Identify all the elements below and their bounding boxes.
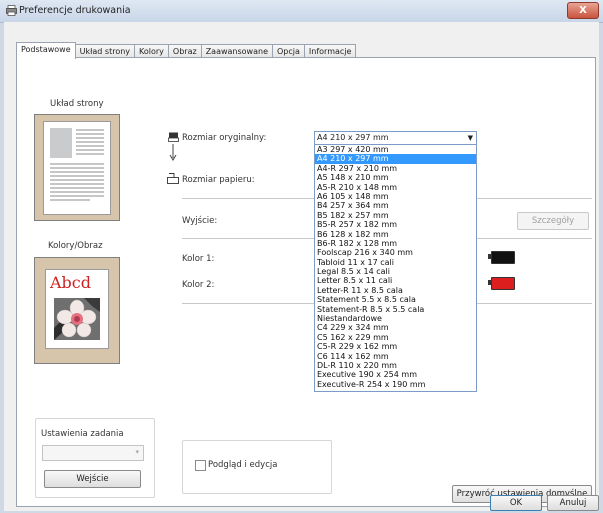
preview-edit-label: Podgląd i edycja [208,460,278,470]
size-option[interactable]: Statement-R 8.5 x 5.5 cala [315,305,476,314]
color-sample-page: Abcd [45,269,109,349]
close-button[interactable]: X [567,2,599,19]
flower-image [54,298,100,340]
job-settings-label: Ustawienia zadania [41,429,124,439]
color-preview: Abcd [34,257,120,364]
size-option[interactable]: A4-R 297 x 210 mm [315,164,476,173]
size-option[interactable]: C4 229 x 324 mm [315,323,476,332]
size-option[interactable]: A4 210 x 297 mm [315,154,476,164]
color1-label: Kolor 1: [182,254,215,264]
arrow-down-icon [169,144,177,161]
size-option[interactable]: A5 148 x 210 mm [315,173,476,182]
layout-preview [34,114,120,221]
tab-panel: Układ strony Kolory/Obraz Abcd Ustawieni… [16,57,596,507]
title-bar: Preferencje drukowania X [0,0,603,23]
size-option[interactable]: Legal 8.5 x 14 cali [315,267,476,276]
tab-bar: Podstawowe Układ strony Kolory Obraz Zaa… [16,42,357,59]
size-option[interactable]: DL-R 110 x 220 mm [315,361,476,370]
size-option[interactable]: A6 105 x 148 mm [315,192,476,201]
layout-label: Układ strony [50,99,104,109]
output-label: Wyjście: [182,216,218,226]
size-option[interactable]: Statement 5.5 x 8.5 cala [315,295,476,304]
original-size-dropdown[interactable]: A4 210 x 297 mm ▼ [314,131,477,145]
size-option[interactable]: C5-R 229 x 162 mm [315,342,476,351]
chevron-down-icon: ▾ [135,448,139,456]
color1-toner-icon [491,251,515,264]
size-option[interactable]: Executive-R 254 x 190 mm [315,380,476,389]
page-thumbnail [43,121,111,215]
ok-button[interactable]: OK [490,495,542,511]
size-option[interactable]: A5-R 210 x 148 mm [315,183,476,192]
color1-toner-cap [488,254,491,259]
size-option[interactable]: B5 182 x 257 mm [315,211,476,220]
size-option[interactable]: B6-R 182 x 128 mm [315,239,476,248]
details-button[interactable]: Szczegóły [517,212,589,230]
printer-icon [6,5,17,16]
color-sample-text: Abcd [50,273,91,292]
preview-edit-checkbox[interactable] [195,460,206,471]
size-option[interactable]: Letter-R 11 x 8.5 cala [315,286,476,295]
color2-toner-cap [488,280,491,285]
size-option[interactable]: Executive 190 x 254 mm [315,370,476,379]
paper-output-icon [167,173,179,184]
color2-label: Kolor 2: [182,280,215,290]
text-lines-lower [50,163,104,201]
entry-button[interactable]: Wejście [44,470,141,488]
image-block [50,128,72,158]
size-option[interactable]: Letter 8.5 x 11 cali [315,276,476,285]
color2-toner-icon [491,277,515,290]
size-option[interactable]: B4 257 x 364 mm [315,201,476,210]
color-image-label: Kolory/Obraz [48,241,103,251]
size-option[interactable]: Niestandardowe [315,314,476,323]
dialog-window: Podstawowe Układ strony Kolory Obraz Zaa… [4,22,599,511]
size-option[interactable]: Tabloid 11 x 17 cali [315,258,476,267]
size-options-list[interactable]: A3 297 x 420 mm A4 210 x 297 mm A4-R 297 x… [314,144,477,392]
window-title: Preferencje drukowania [19,5,131,16]
original-document-icon [168,132,179,142]
original-size-label: Rozmiar oryginalny: [182,133,267,143]
size-option[interactable]: B5-R 257 x 182 mm [315,220,476,229]
size-option[interactable]: C5 162 x 229 mm [315,333,476,342]
paper-size-label: Rozmiar papieru: [182,175,255,185]
size-option[interactable]: Foolscap 216 x 340 mm [315,248,476,257]
job-settings-select[interactable]: ▾ [42,445,144,461]
tab-podstawowe[interactable]: Podstawowe [16,42,76,59]
cancel-button[interactable]: Anuluj [547,495,599,511]
size-option[interactable]: A3 297 x 420 mm [315,145,476,154]
size-option[interactable]: C6 114 x 162 mm [315,352,476,361]
original-size-value: A4 210 x 297 mm [317,133,389,142]
size-option[interactable]: B6 128 x 182 mm [315,230,476,239]
chevron-down-icon[interactable]: ▼ [468,132,473,144]
